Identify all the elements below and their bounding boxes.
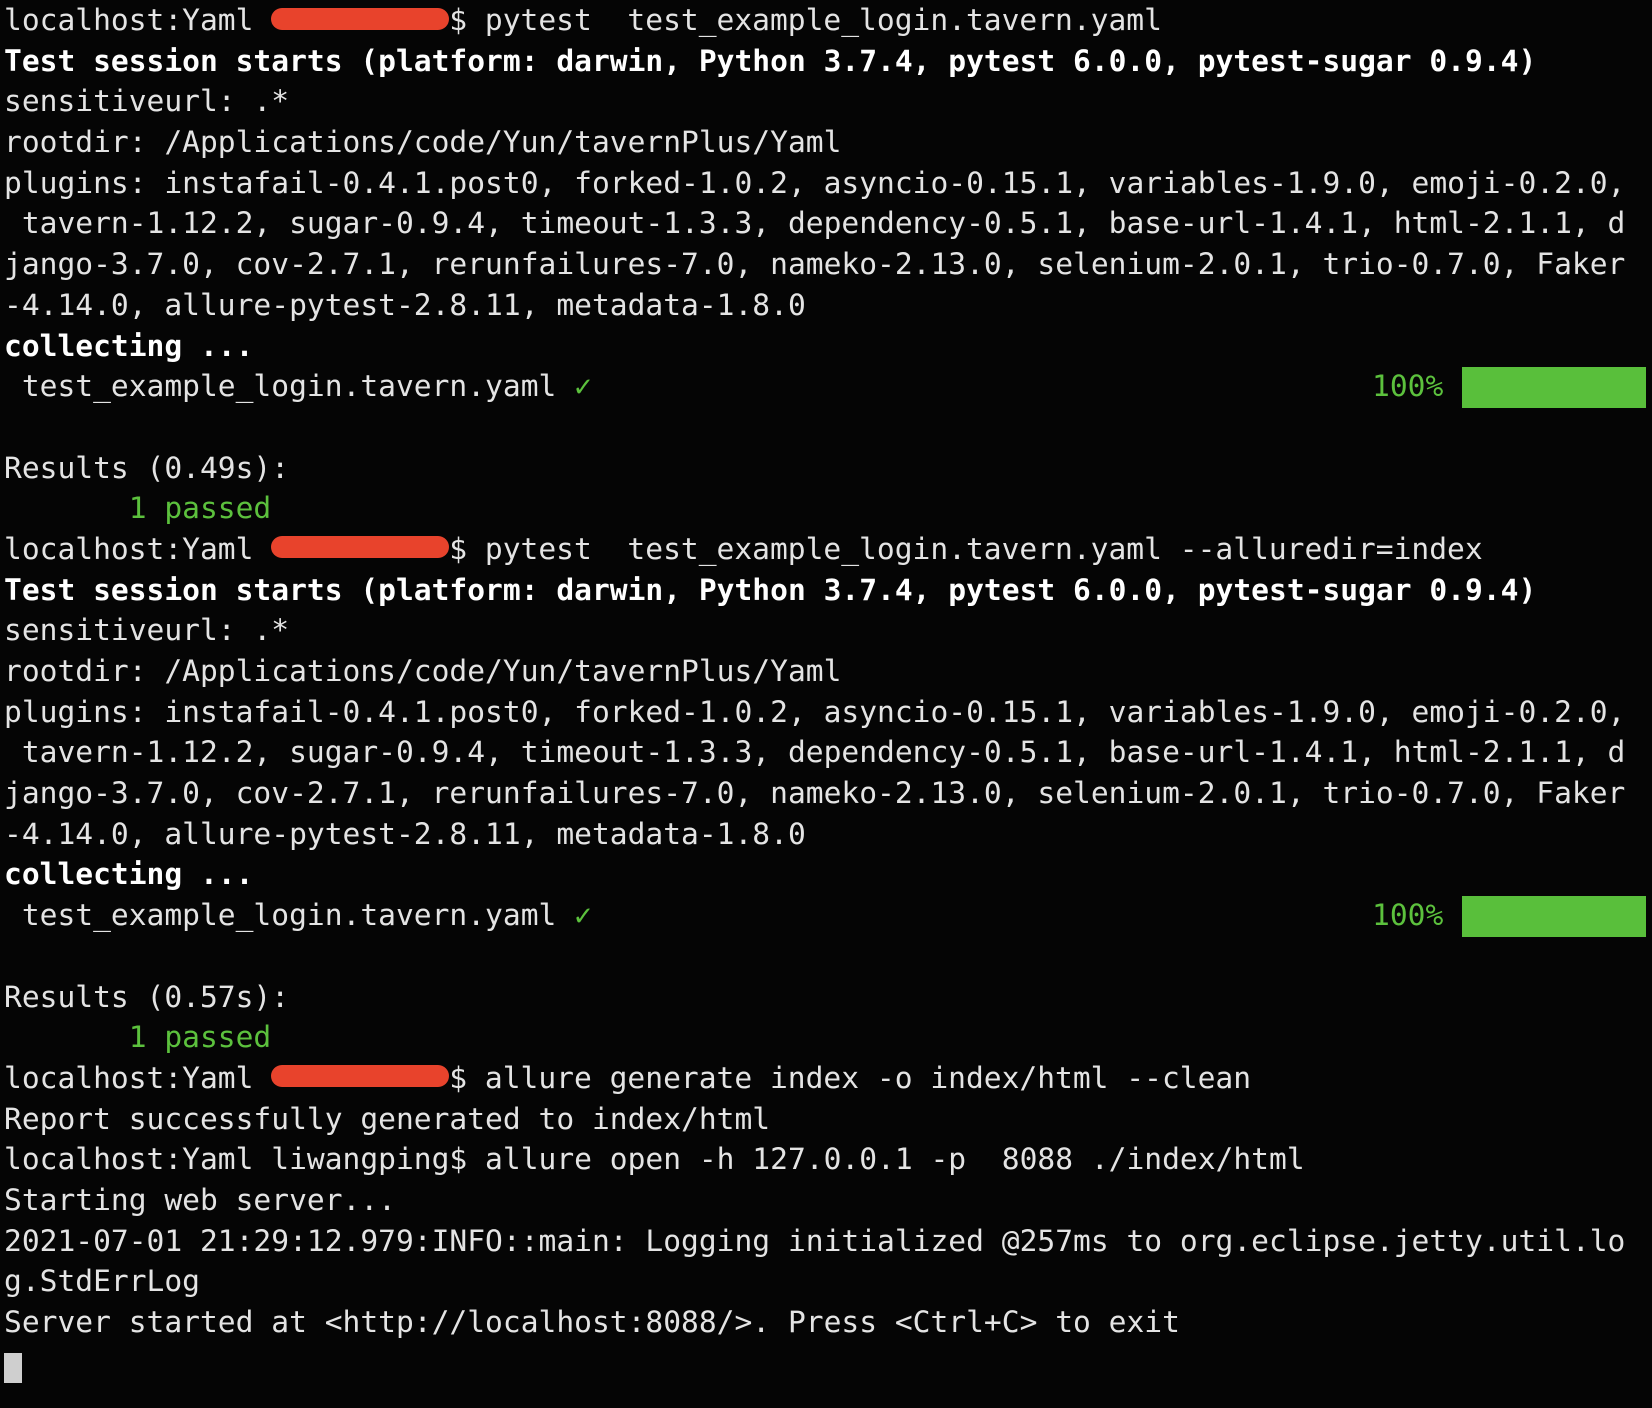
passed-count: 1 passed [128,491,272,526]
check-icon: ✓ [574,898,592,933]
terminal-line: Starting web server... [4,1180,1625,1221]
line-text: $ pytest test_example_login.tavern.yaml [449,3,1162,37]
line-text: rootdir: /Applications/code/Yun/tavernPl… [4,654,842,688]
terminal-line: 2021-07-01 21:29:12.979:INFO::main: Logg… [4,1221,1625,1262]
terminal-line: collecting ... [4,326,1625,367]
terminal-line [4,1343,1625,1384]
terminal-line: localhost:Yaml $ allure generate index -… [4,1058,1625,1099]
line-text: collecting ... [4,328,254,363]
line-text: localhost:Yaml [4,3,272,37]
line-text: g.StdErrLog [4,1264,200,1299]
line-text: jango-3.7.0, cov-2.7.1, rerunfailures-7.… [4,776,1626,811]
line-text: localhost:Yaml [4,531,272,566]
terminal-line: localhost:Yaml $ pytest test_example_log… [4,529,1625,570]
terminal-line: 1 passed [4,488,1625,529]
progress-bar [1462,896,1646,938]
check-icon: ✓ [574,369,592,404]
terminal-line: -4.14.0, allure-pytest-2.8.11, metadata-… [4,814,1625,855]
terminal-line: localhost:Yaml liwangping$ allure open -… [4,1139,1625,1180]
line-text: 2021-07-01 21:29:12.979:INFO::main: Logg… [4,1223,1626,1258]
line-text: sensitiveurl: .* [4,84,290,119]
cursor-block [4,1352,22,1383]
line-text: Server started at <http://localhost:8088… [4,1305,1180,1339]
terminal-line: test_example_login.tavern.yaml ✓ 100% [4,895,1646,938]
line-text: Report successfully generated to index/h… [4,1101,771,1136]
line-text: -4.14.0, allure-pytest-2.8.11, metadata-… [4,816,806,851]
terminal-line: plugins: instafail-0.4.1.post0, forked-1… [4,692,1625,733]
passed-count: 1 passed [128,1020,272,1055]
line-text: $ allure generate index -o index/html --… [449,1060,1252,1095]
terminal-line: -4.14.0, allure-pytest-2.8.11, metadata-… [4,285,1625,326]
line-text: jango-3.7.0, cov-2.7.1, rerunfailures-7.… [4,247,1626,282]
line-text [4,1020,129,1054]
terminal-line: localhost:Yaml $ pytest test_example_log… [4,0,1625,41]
terminal-line: Server started at <http://localhost:8088… [4,1302,1625,1343]
terminal-line: Report successfully generated to index/h… [4,1099,1625,1140]
line-text: tavern-1.12.2, sugar-0.9.4, timeout-1.3.… [4,735,1626,770]
terminal-line: collecting ... [4,854,1625,895]
progress-bar [1462,367,1646,409]
terminal-line: Test session starts (platform: darwin, P… [4,570,1625,611]
line-text: collecting ... [4,857,254,892]
line-text: Results (0.49s): [4,450,290,485]
terminal-line: sensitiveurl: .* [4,610,1625,651]
progress-percent: 100% [1372,369,1444,404]
terminal-line: 1 passed [4,1017,1625,1058]
terminal-line: jango-3.7.0, cov-2.7.1, rerunfailures-7.… [4,773,1625,814]
line-text: localhost:Yaml [4,1060,272,1095]
line-text: plugins: instafail-0.4.1.post0, forked-1… [4,694,1626,729]
line-text: $ pytest test_example_login.tavern.yaml … [449,531,1483,566]
line-text: tavern-1.12.2, sugar-0.9.4, timeout-1.3.… [4,206,1626,241]
line-text: Test session starts (platform: darwin, P… [4,43,1537,78]
line-text: plugins: instafail-0.4.1.post0, forked-1… [4,165,1626,200]
line-text: rootdir: /Applications/code/Yun/tavernPl… [4,125,842,160]
progress-percent: 100% [1372,898,1444,933]
terminal-line: rootdir: /Applications/code/Yun/tavernPl… [4,122,1625,163]
terminal-output[interactable]: localhost:Yaml $ pytest test_example_log… [4,0,1646,1384]
redaction-mark [271,1065,450,1088]
line-text: localhost:Yaml liwangping$ allure open -… [4,1142,1305,1177]
terminal-line: tavern-1.12.2, sugar-0.9.4, timeout-1.3.… [4,203,1626,244]
line-text: Starting web server... [4,1182,396,1217]
line-text: sensitiveurl: .* [4,613,290,648]
redaction-mark [271,7,450,30]
redaction-mark [271,536,450,559]
terminal-line: Results (0.57s): [4,977,1625,1018]
line-text: Results (0.57s): [4,979,290,1014]
terminal-line: Results (0.49s): [4,448,1625,489]
line-text [4,491,129,525]
terminal-line: rootdir: /Applications/code/Yun/tavernPl… [4,651,1625,692]
terminal-line: tavern-1.12.2, sugar-0.9.4, timeout-1.3.… [4,732,1626,773]
terminal-line: g.StdErrLog [4,1261,1625,1302]
terminal-line: jango-3.7.0, cov-2.7.1, rerunfailures-7.… [4,244,1625,285]
line-text: test_example_login.tavern.yaml [4,369,575,404]
terminal-line: test_example_login.tavern.yaml ✓ 100% [4,366,1646,409]
terminal-line: plugins: instafail-0.4.1.post0, forked-1… [4,163,1625,204]
terminal-line: Test session starts (platform: darwin, P… [4,41,1625,82]
line-text: Test session starts (platform: darwin, P… [4,572,1537,607]
line-text: test_example_login.tavern.yaml [4,898,575,933]
terminal-line: sensitiveurl: .* [4,81,1625,122]
line-text: -4.14.0, allure-pytest-2.8.11, metadata-… [4,287,806,322]
